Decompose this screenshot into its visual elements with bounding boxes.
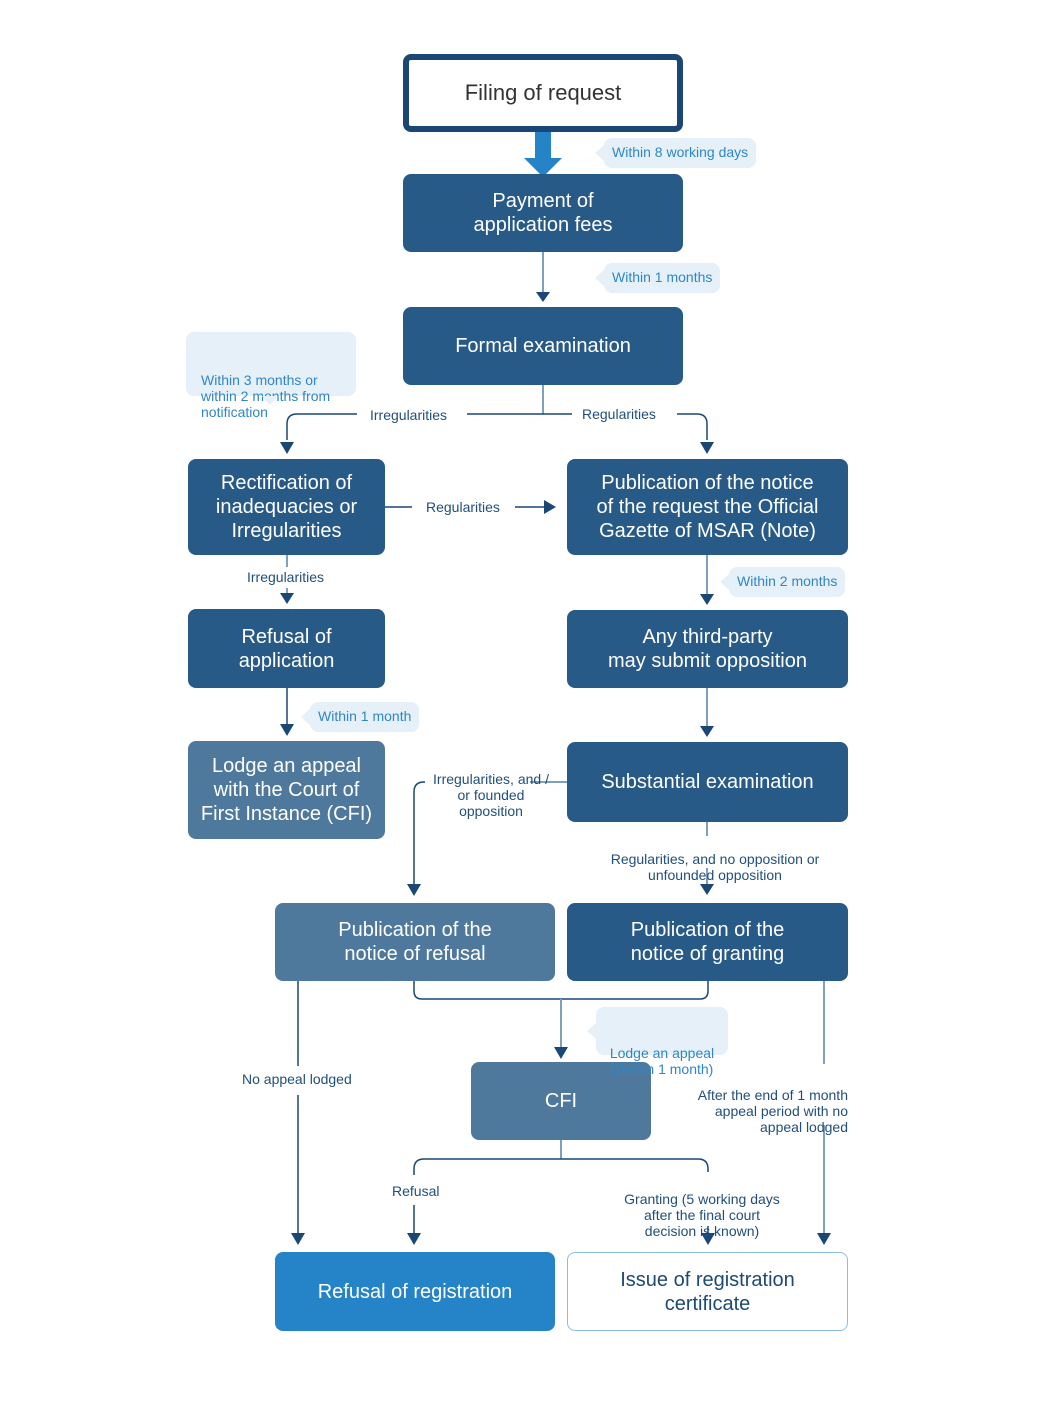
node-label: Payment of application fees (473, 190, 613, 236)
node-publication-of-refusal: Publication of the notice of refusal (275, 903, 555, 981)
node-label: CFI (544, 1090, 578, 1112)
node-refusal-of-application: Refusal of application (188, 609, 385, 688)
edge-label-irregularities-founded: Irregularities, and / or founded opposit… (428, 755, 554, 819)
bubble-tail (262, 396, 278, 405)
bubble-tail (720, 574, 729, 590)
edge-label-text: After the end of 1 month appeal period w… (697, 1087, 848, 1135)
node-label: Refusal of registration (317, 1280, 513, 1303)
bubble-text: Within 2 months (737, 573, 838, 589)
time-bubble-lodge-appeal: Lodge an appeal (Within 1 month) (587, 1007, 728, 1077)
edge-label-text: Regularities (426, 499, 500, 515)
bubble-tail (595, 270, 604, 286)
edge-label-text: Regularities, and no opposition or unfou… (610, 851, 820, 883)
node-label: Any third-party may submit opposition (608, 626, 807, 672)
edge-label-text: Regularities (582, 406, 656, 422)
time-bubble-1-months: Within 1 months (595, 263, 721, 293)
bubble-text: Within 8 working days (612, 144, 749, 160)
node-label: Substantial examination (601, 771, 814, 793)
edge-label-regularities: Regularities (582, 406, 656, 422)
node-label: Publication of the notice of refusal (338, 919, 492, 965)
edge-label-irregularities: Irregularities (370, 407, 447, 423)
node-label: Rectification of inadequacies or Irregul… (215, 472, 358, 542)
time-bubble-8-working-days: Within 8 working days (595, 138, 757, 168)
node-third-party-opposition: Any third-party may submit opposition (567, 610, 848, 688)
big-arrow (524, 131, 562, 177)
edge-label-regularities-mid: Regularities (426, 499, 500, 515)
bubble-text: Within 1 months (612, 269, 713, 285)
edge-label-text: Granting (5 working days after the final… (624, 1191, 780, 1239)
branch-regularities (677, 413, 708, 440)
node-label: Formal examination (455, 335, 631, 357)
edge-label-after-end-period: After the end of 1 month appeal period w… (682, 1071, 848, 1135)
node-formal-examination: Formal examination (403, 307, 683, 385)
edge-label-text: Refusal (392, 1183, 440, 1199)
node-publication-of-granting: Publication of the notice of granting (567, 903, 848, 981)
node-payment-of-fees: Payment of application fees (403, 174, 683, 252)
node-issue-of-certificate: Issue of registration certificate (567, 1252, 848, 1331)
node-label: Filing of request (464, 80, 622, 105)
edge-label-text: Irregularities (370, 407, 448, 423)
node-label: Lodge an appeal with the Court of First … (200, 755, 373, 825)
node-label: Publication of the notice of granting (630, 919, 785, 965)
time-bubble-1-month: Within 1 month (301, 702, 420, 732)
node-rectification: Rectification of inadequacies or Irregul… (188, 459, 385, 555)
node-substantial-examination: Substantial examination (567, 742, 848, 822)
node-label: Publication of the notice of the request… (596, 472, 819, 542)
branch-irregularities (286, 413, 357, 440)
edge-label-granting: Granting (5 working days after the final… (618, 1175, 786, 1239)
node-label: Refusal of application (238, 625, 335, 672)
edge-label-refusal: Refusal (392, 1183, 439, 1199)
time-bubble-3-months: Within 3 months or within 2 months from … (186, 332, 356, 420)
edge-label-text: Irregularities, and / or founded opposit… (433, 771, 549, 819)
edge-label-text: Irregularities (247, 569, 325, 585)
bubble-tail (595, 145, 604, 161)
node-publication-of-request: Publication of the notice of the request… (567, 459, 848, 555)
edge-label-no-appeal-lodged: No appeal lodged (242, 1071, 352, 1087)
bubble-text: Within 1 month (318, 708, 412, 724)
edge-label-regularities-no-opposition: Regularities, and no opposition or unfou… (600, 835, 830, 883)
edge-label-text: No appeal lodged (242, 1071, 352, 1087)
time-bubble-2-months: Within 2 months (720, 567, 846, 597)
edge-label-irregularities-mid: Irregularities (247, 569, 324, 585)
node-refusal-of-registration: Refusal of registration (275, 1252, 555, 1331)
bubble-tail (301, 709, 310, 725)
node-filing-of-request: Filing of request (403, 54, 683, 132)
node-label: Issue of registration certificate (620, 1268, 795, 1315)
bubble-tail (587, 1023, 596, 1039)
node-lodge-appeal-cfi: Lodge an appeal with the Court of First … (188, 741, 385, 839)
